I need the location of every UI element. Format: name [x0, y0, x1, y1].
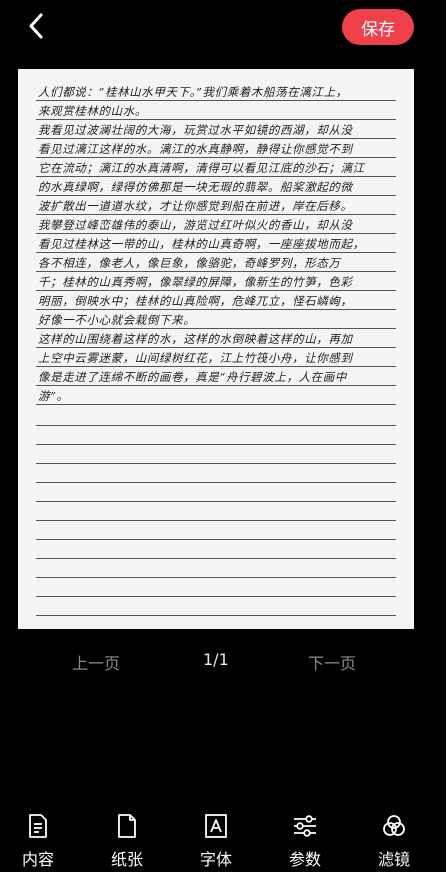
ruled-line [36, 444, 396, 445]
handwritten-line: 我看见过波澜壮阔的大海，玩赏过水平如镜的西湖，却从没 [38, 123, 353, 137]
ruled-line [36, 271, 396, 272]
paper-icon [118, 814, 136, 838]
handwritten-line: 波扩散出一道道水纹，才让你感觉到船在前进，岸在后移。 [38, 199, 353, 213]
handwritten-line: 的水真绿啊，绿得仿佛那是一块无瑕的翡翠。船桨激起的微 [38, 180, 353, 194]
ruled-line [36, 425, 396, 426]
ruled-line [36, 501, 396, 502]
ruled-line [36, 539, 396, 540]
ruled-line [36, 309, 396, 310]
filter-icon [383, 815, 405, 836]
font-icon [205, 814, 227, 838]
ruled-line [36, 195, 396, 196]
handwritten-line: 看见过桂林这一带的山，桂林的山真奇啊，一座座拔地而起， [38, 237, 365, 251]
handwritten-line: 像是走进了连绵不断的画卷，真是“舟行碧波上，人在画中 [38, 370, 347, 384]
handwriting-paper-preview: 人们都说：“桂林山水甲天下。”我们乘着木船荡在漓江上， 来观赏桂林的山水。我看见过… [18, 69, 414, 629]
nav-font-label: 字体 [199, 850, 232, 869]
sliders-icon [294, 815, 316, 837]
ruled-line [36, 520, 396, 521]
nav-font[interactable]: 字体 [186, 808, 246, 870]
ruled-line [36, 615, 396, 616]
ruled-line [36, 290, 396, 291]
ruled-line [36, 596, 396, 597]
handwritten-line: 游”。 [38, 389, 69, 403]
ruled-line [36, 482, 396, 483]
handwritten-line: 上空中云雾迷蒙，山间绿树红花，江上竹筏小舟，让你感到 [38, 351, 353, 365]
ruled-line [36, 252, 396, 253]
handwritten-line: 人们都说：“桂林山水甲天下。”我们乘着木船荡在漓江上， [38, 85, 348, 99]
ruled-line [36, 366, 396, 367]
handwritten-line: 它在流动；漓江的水真清啊，清得可以看见江底的沙石；漓江 [38, 161, 365, 175]
top-bar: 保存 [0, 0, 446, 56]
handwritten-line: 千；桂林的山真秀啊，像翠绿的屏障，像新生的竹笋，色彩 [38, 275, 353, 289]
ruled-line [36, 463, 396, 464]
nav-content-label: 内容 [21, 850, 54, 869]
nav-paper-label: 纸张 [110, 850, 143, 869]
handwritten-line: 明丽，倒映水中；桂林的山真险啊，危峰兀立，怪石嶙峋， [38, 294, 353, 308]
chevron-left-icon [29, 13, 43, 39]
ruled-line [36, 157, 396, 158]
ruled-line [36, 385, 396, 386]
ruled-line [36, 214, 396, 215]
ruled-line [36, 233, 396, 234]
back-button[interactable] [22, 12, 50, 40]
ruled-line [36, 100, 396, 101]
prev-page-button[interactable]: 上一页 [72, 650, 120, 674]
bottom-toolbar: 内容 纸张 字体 参数 滤镜 [0, 808, 446, 872]
page-indicator: 1/1 [203, 650, 229, 669]
nav-params[interactable]: 参数 [275, 808, 335, 870]
ruled-line [36, 138, 396, 139]
nav-filter[interactable]: 滤镜 [364, 808, 424, 870]
ruled-line [36, 558, 396, 559]
handwritten-line: 好像一不小心就会栽倒下来。 [38, 313, 196, 327]
ruled-line [36, 404, 396, 405]
next-page-button[interactable]: 下一页 [308, 650, 356, 674]
nav-paper[interactable]: 纸张 [97, 808, 157, 870]
handwritten-line: 看见过漓江这样的水。漓江的水真静啊，静得让你感觉不到 [38, 142, 353, 156]
handwritten-line: 来观赏桂林的山水。 [38, 104, 147, 118]
handwritten-line: 我攀登过峰峦雄伟的泰山，游览过红叶似火的香山，却从没 [38, 218, 353, 232]
nav-content[interactable]: 内容 [8, 808, 68, 870]
ruled-line [36, 347, 396, 348]
nav-filter-label: 滤镜 [377, 850, 410, 869]
handwritten-line: 各不相连，像老人，像巨象，像骆驼，奇峰罗列，形态万 [38, 256, 341, 270]
document-icon [29, 814, 47, 838]
ruled-line [36, 176, 396, 177]
ruled-line [36, 119, 396, 120]
save-button[interactable]: 保存 [342, 9, 414, 45]
nav-params-label: 参数 [288, 850, 321, 869]
pager: 上一页 1/1 下一页 [0, 646, 446, 674]
handwritten-line: 这样的山围绕着这样的水，这样的水倒映着这样的山，再加 [38, 332, 353, 346]
ruled-line [36, 577, 396, 578]
ruled-line [36, 328, 396, 329]
